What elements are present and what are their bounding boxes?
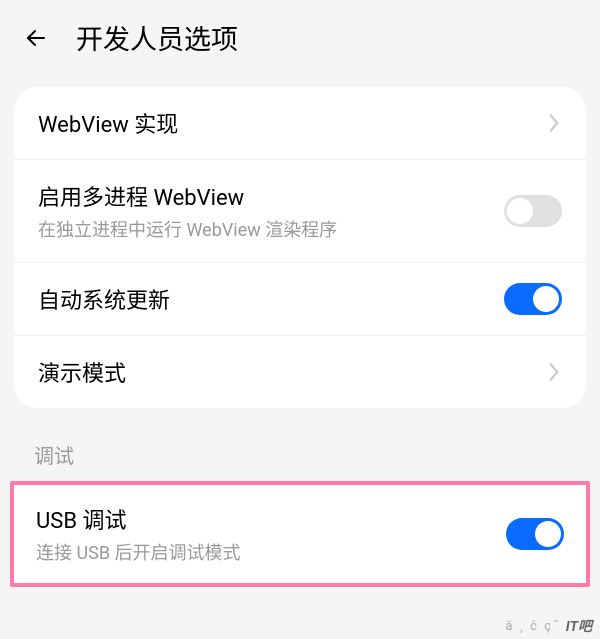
- row-title: 演示模式: [38, 356, 546, 388]
- debug-section-label: 调试: [34, 440, 600, 469]
- chevron-right-icon: [546, 111, 562, 135]
- arrow-left-icon: [24, 26, 48, 50]
- usb-debug-row[interactable]: USB 调试 连接 USB 后开启调试模式: [14, 485, 586, 583]
- settings-group: WebView 实现 启用多进程 WebView 在独立进程中运行 WebVie…: [14, 87, 586, 408]
- back-button[interactable]: [20, 22, 52, 54]
- row-title: WebView 实现: [38, 107, 546, 139]
- multiprocess-webview-toggle[interactable]: [504, 195, 562, 227]
- demo-mode-row[interactable]: 演示模式: [14, 336, 586, 408]
- usb-debug-toggle[interactable]: [506, 518, 564, 550]
- multiprocess-webview-row[interactable]: 启用多进程 WebView 在独立进程中运行 WebView 渲染程序: [14, 160, 586, 263]
- usb-debug-highlighted: USB 调试 连接 USB 后开启调试模式: [10, 481, 590, 587]
- watermark-logo: IT吧: [566, 616, 592, 636]
- chevron-right-icon: [546, 360, 562, 384]
- auto-system-update-toggle[interactable]: [504, 283, 562, 315]
- watermark: ä ¸ č ç˝ IT吧: [505, 616, 592, 636]
- toggle-knob: [507, 198, 533, 224]
- webview-implementation-row[interactable]: WebView 实现: [14, 87, 586, 160]
- row-desc: 在独立进程中运行 WebView 渲染程序: [38, 216, 504, 242]
- watermark-text: ä ¸ č ç˝: [505, 619, 559, 634]
- row-title: 启用多进程 WebView: [38, 180, 504, 212]
- row-title: 自动系统更新: [38, 283, 504, 315]
- row-title: USB 调试: [36, 503, 506, 535]
- auto-system-update-row[interactable]: 自动系统更新: [14, 263, 586, 336]
- toggle-knob: [533, 286, 559, 312]
- row-desc: 连接 USB 后开启调试模式: [36, 539, 506, 565]
- toggle-knob: [535, 521, 561, 547]
- page-title: 开发人员选项: [76, 18, 238, 57]
